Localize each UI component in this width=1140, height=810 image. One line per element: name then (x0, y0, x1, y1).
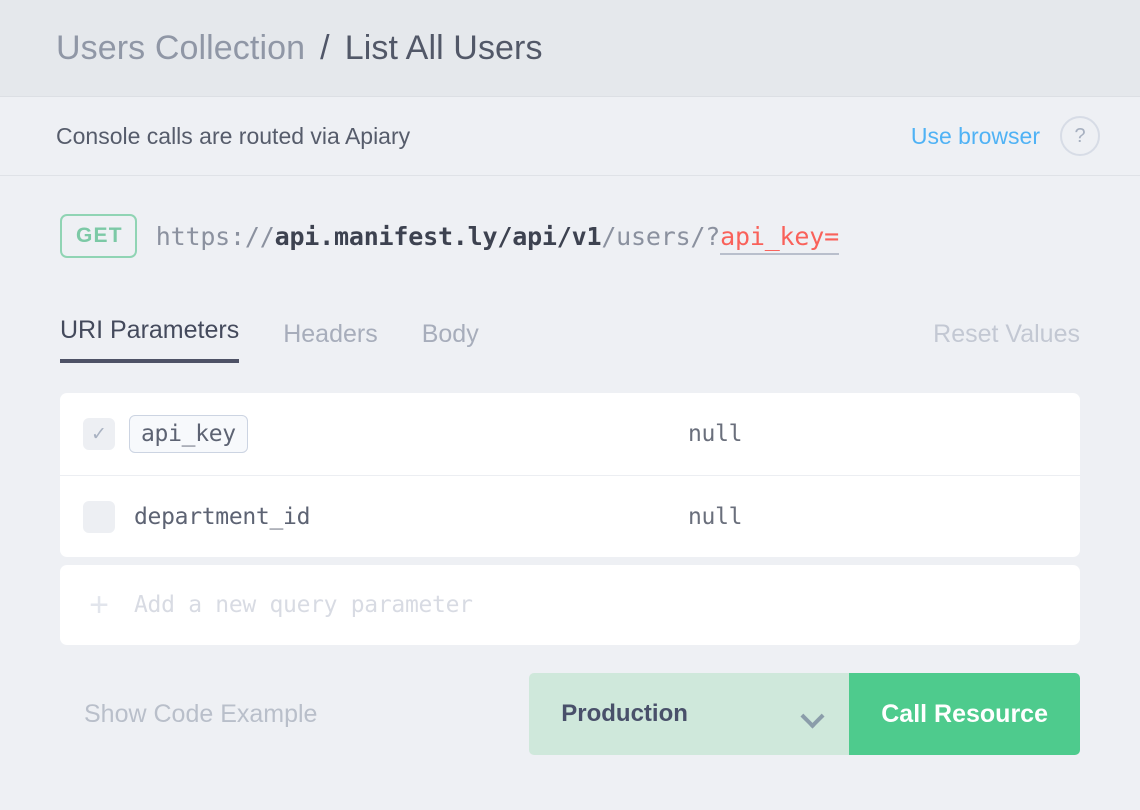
parameter-checkbox-api-key[interactable]: ✓ (83, 418, 115, 450)
breadcrumb-bar: Users Collection / List All Users (0, 0, 1140, 97)
parameter-name[interactable]: department_id (134, 504, 310, 530)
environment-select[interactable]: Production (529, 673, 850, 755)
parameter-value[interactable]: null (688, 504, 743, 530)
parameter-row-content: department_id null (115, 504, 1080, 530)
console-notice-bar: Console calls are routed via Apiary Use … (0, 97, 1140, 176)
tab-uri-parameters[interactable]: URI Parameters (60, 316, 240, 363)
parameter-row-content: api_key null (115, 415, 1080, 453)
plus-icon: + (89, 586, 109, 624)
tab-body[interactable]: Body (422, 320, 479, 363)
breadcrumb: Users Collection / List All Users (56, 29, 543, 68)
parameters-card: ✓ api_key null department_id null (60, 393, 1080, 557)
url-scheme: https:// (155, 221, 275, 251)
request-url[interactable]: https://api.manifest.ly/api/v1/users/?ap… (155, 221, 839, 255)
breadcrumb-parent-link[interactable]: Users Collection (56, 29, 305, 68)
url-path: /users/? (601, 221, 721, 251)
footer-actions: Show Code Example Production Call Resour… (60, 673, 1080, 755)
show-code-example-button[interactable]: Show Code Example (84, 700, 317, 729)
tabs-row: URI Parameters Headers Body Reset Values (60, 316, 1080, 363)
table-row[interactable]: department_id null (60, 475, 1080, 557)
add-parameter-input[interactable]: Add a new query parameter (134, 592, 473, 618)
tab-headers[interactable]: Headers (283, 320, 378, 363)
console-notice-text: Console calls are routed via Apiary (56, 122, 411, 149)
parameter-value[interactable]: null (688, 421, 743, 447)
environment-select-value: Production (561, 700, 688, 727)
call-resource-button[interactable]: Call Resource (849, 673, 1080, 755)
chevron-down-icon (801, 708, 823, 720)
parameter-name[interactable]: api_key (129, 415, 248, 453)
help-icon[interactable]: ? (1060, 116, 1100, 156)
parameter-checkbox-department-id[interactable] (83, 500, 115, 533)
request-url-row: GET https://api.manifest.ly/api/v1/users… (60, 176, 1080, 258)
url-host: api.manifest.ly/api/v1 (274, 221, 602, 251)
breadcrumb-separator: / (320, 28, 330, 67)
url-query-param[interactable]: api_key= (720, 221, 839, 255)
add-parameter-row[interactable]: + Add a new query parameter (60, 565, 1080, 645)
use-browser-link[interactable]: Use browser (911, 123, 1040, 150)
console-body: GET https://api.manifest.ly/api/v1/users… (0, 176, 1140, 755)
http-method-badge[interactable]: GET (60, 214, 137, 258)
page-title: List All Users (344, 28, 543, 67)
table-row[interactable]: ✓ api_key null (60, 393, 1080, 475)
reset-values-button[interactable]: Reset Values (933, 320, 1080, 363)
check-icon: ✓ (91, 423, 107, 445)
